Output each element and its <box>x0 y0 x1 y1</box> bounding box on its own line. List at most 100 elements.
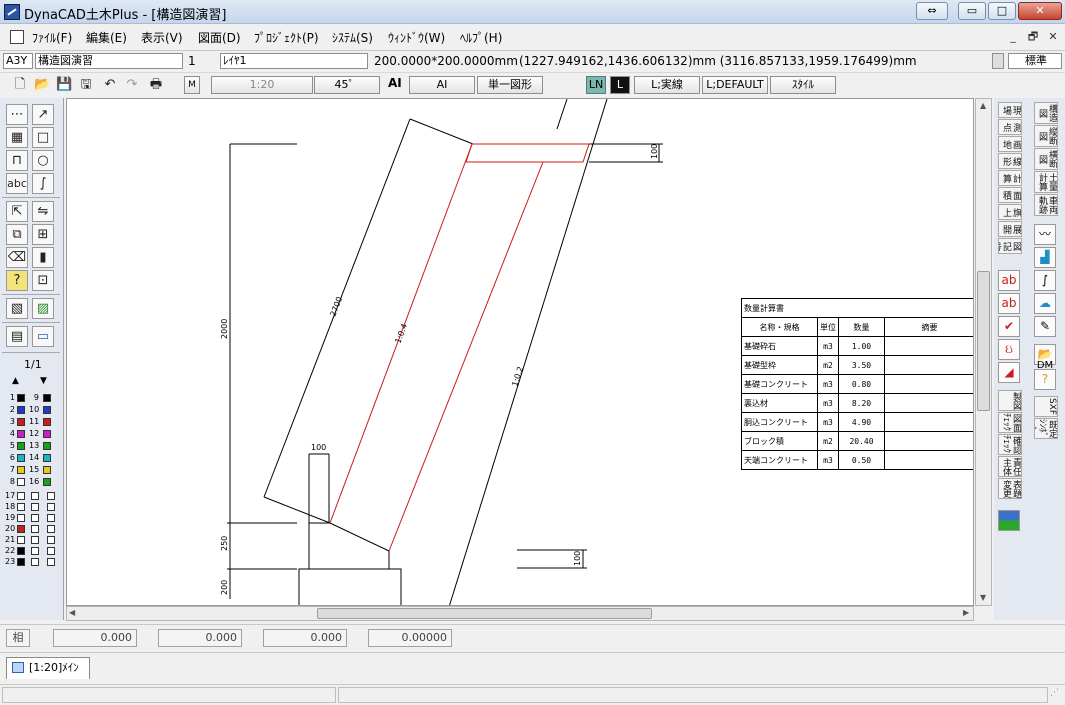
profile-line-icon[interactable]: 〰 <box>1034 224 1056 245</box>
drawing-name-field[interactable]: 構造図演習 <box>35 53 183 69</box>
color-swatch[interactable] <box>43 466 51 474</box>
menu-edit[interactable]: 編集(E) <box>86 29 127 46</box>
color-swatch[interactable] <box>43 394 51 402</box>
menu-window[interactable]: ｳｨﾝﾄﾞｳ(W) <box>388 29 445 46</box>
resize-grip-icon[interactable]: ⋰ <box>1050 688 1059 698</box>
layer-swatch[interactable] <box>17 492 25 500</box>
layer-visibility-toggle[interactable] <box>31 503 39 511</box>
landscape-icon[interactable] <box>998 510 1020 531</box>
coord-y-field[interactable]: 0.000 <box>158 629 242 647</box>
line-default-button[interactable]: L;DEFAULT <box>702 76 768 94</box>
edit-sheet-icon[interactable]: ✎ <box>1034 316 1056 337</box>
coord-angle-field[interactable]: 0.00000 <box>368 629 452 647</box>
color-swatch[interactable] <box>43 406 51 414</box>
check-button-2[interactable]: 確認ﾁｪｯｸ <box>998 434 1022 455</box>
circle-icon[interactable]: ○ <box>32 150 54 171</box>
layer-visibility-toggle[interactable] <box>31 525 39 533</box>
relative-toggle[interactable]: 相 <box>6 629 30 647</box>
scroll-up-icon[interactable]: ▲ <box>980 101 986 110</box>
layer-lock-toggle[interactable] <box>47 514 55 522</box>
layer-lock-toggle[interactable] <box>47 525 55 533</box>
check-button-0[interactable]: 製図 <box>998 390 1022 411</box>
dimension-icon[interactable]: ⊓ <box>6 150 28 171</box>
color-swatch[interactable] <box>17 478 25 486</box>
layer-lock-toggle[interactable] <box>47 536 55 544</box>
scroll-left-icon[interactable]: ◀ <box>69 608 75 617</box>
style-button[interactable]: ｽﾀｲﾙ <box>770 76 836 94</box>
check-button-4[interactable]: 表題変更 <box>998 478 1022 499</box>
step-shape-icon[interactable]: ▟ <box>1034 247 1056 268</box>
scroll-right-icon[interactable]: ▶ <box>963 608 969 617</box>
structure-button-3[interactable]: 土量計算 <box>1034 171 1058 193</box>
layer-list-icon[interactable]: ▤ <box>6 326 28 347</box>
color-swatch[interactable] <box>43 430 51 438</box>
layer-lock-toggle[interactable] <box>47 492 55 500</box>
mdi-close-button[interactable]: ✕ <box>1044 29 1062 45</box>
help-icon[interactable]: ? <box>1034 369 1056 390</box>
color-swatch[interactable] <box>43 442 51 450</box>
survey-button-3[interactable]: 線形 <box>998 153 1022 169</box>
color-swatch[interactable] <box>17 406 25 414</box>
document-icon[interactable] <box>10 30 24 44</box>
maximize-button[interactable]: □ <box>988 2 1016 20</box>
layer-swatch[interactable] <box>17 514 25 522</box>
mdi-restore-button[interactable]: 🗗 <box>1024 29 1042 45</box>
layer-swatch[interactable] <box>17 503 25 511</box>
tab-main[interactable]: [1:20]ﾒｲﾝ <box>6 657 90 679</box>
layer-field[interactable]: ﾚｲﾔ1 <box>220 53 368 69</box>
menu-project[interactable]: ﾌﾟﾛｼﾞｪｸﾄ(P) <box>254 29 319 46</box>
survey-button-7[interactable]: 展開 <box>998 221 1022 237</box>
coord-x-field[interactable]: 0.000 <box>53 629 137 647</box>
vertical-scroll-thumb[interactable] <box>977 271 990 411</box>
structure-button-0[interactable]: 構造図 <box>1034 102 1058 124</box>
minimize-button[interactable]: ▭ <box>958 2 986 20</box>
color-swatch[interactable] <box>17 394 25 402</box>
drawing-canvas[interactable]: 2000 2700 1:0.4 1:0.2 100 100 250 200 10… <box>66 98 974 606</box>
grid-icon[interactable]: ⋯ <box>6 104 28 125</box>
structure-button-2[interactable]: 横断図 <box>1034 148 1058 170</box>
monitor-icon[interactable]: ▭ <box>32 326 54 347</box>
layer-visibility-toggle[interactable] <box>31 547 39 555</box>
mirror-icon[interactable]: ⇋ <box>32 201 54 222</box>
layer-swatch[interactable] <box>17 558 25 566</box>
page-down-icon[interactable]: ▼ <box>40 376 47 386</box>
rectangle-icon[interactable]: □ <box>32 127 54 148</box>
new-file-icon[interactable]: 🗋 <box>12 77 28 93</box>
eraser-icon[interactable]: ⌫ <box>6 247 28 268</box>
triangle-ruler-icon[interactable]: ◢ <box>998 362 1020 383</box>
l-toggle[interactable]: L <box>610 76 630 94</box>
single-shape-button[interactable]: 単一図形 <box>477 76 543 94</box>
layer-visibility-toggle[interactable] <box>31 492 39 500</box>
copy-icon[interactable]: ⧉ <box>6 224 28 245</box>
horizontal-scroll-thumb[interactable] <box>317 608 652 619</box>
structure-button-1[interactable]: 縦断図 <box>1034 125 1058 147</box>
color-swatch[interactable] <box>17 430 25 438</box>
survey-button-2[interactable]: 画地 <box>998 136 1022 152</box>
survey-button-8[interactable]: 図記号 <box>998 238 1022 254</box>
layer-visibility-toggle[interactable] <box>31 558 39 566</box>
layer-swatch[interactable] <box>17 525 25 533</box>
angle-button[interactable]: 45゜ <box>314 76 380 94</box>
layer-swatch[interactable] <box>17 536 25 544</box>
survey-button-5[interactable]: 面積 <box>998 187 1022 203</box>
move-icon[interactable]: ⇱ <box>6 201 28 222</box>
scroll-down-icon[interactable]: ▼ <box>980 593 986 602</box>
layer-lock-toggle[interactable] <box>47 558 55 566</box>
line-type-button[interactable]: L;実線 <box>634 76 700 94</box>
check-button-3[interactable]: 責任主体 <box>998 456 1022 477</box>
print-icon[interactable]: 🖶 <box>148 77 164 93</box>
scale-field[interactable]: 1:20 <box>211 76 313 94</box>
survey-button-0[interactable]: 現場 <box>998 102 1022 118</box>
color-swatch[interactable] <box>17 466 25 474</box>
coord-z-field[interactable]: 0.000 <box>263 629 347 647</box>
curve-icon[interactable]: ∫ <box>32 173 54 194</box>
horizontal-scrollbar[interactable]: ◀ ▶ <box>66 606 974 621</box>
signature-icon[interactable]: ઇ <box>998 339 1020 360</box>
style-field[interactable]: 標準 <box>1008 53 1062 69</box>
brick-hatch-icon[interactable]: ▦ <box>6 127 28 148</box>
s-curve-icon[interactable]: ∫ <box>1034 270 1056 291</box>
close-button[interactable]: ✕ <box>1018 2 1062 20</box>
ln-toggle[interactable]: LN <box>586 76 606 94</box>
menu-system[interactable]: ｼｽﾃﾑ(S) <box>332 29 373 46</box>
color-swatch[interactable] <box>17 454 25 462</box>
